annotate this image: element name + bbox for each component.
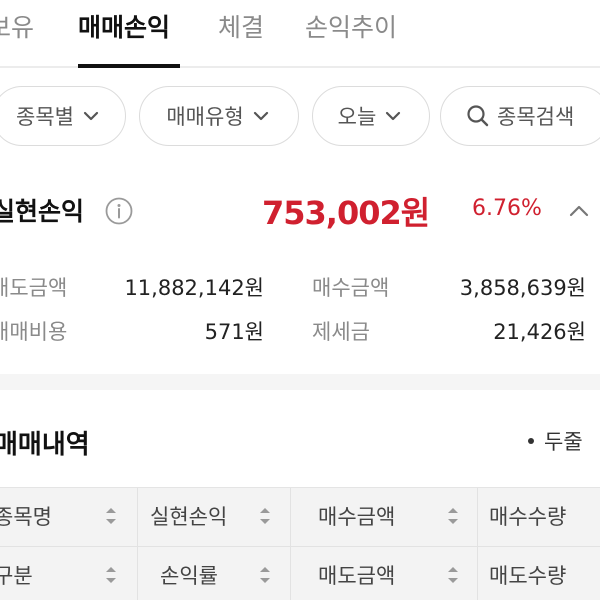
stock-search-button[interactable]: 종목검색 — [440, 86, 600, 146]
column-header-sell-quantity[interactable]: 매도수량 — [489, 547, 566, 600]
trade-cost-value: 571원 — [204, 320, 264, 344]
buy-amount-value: 3,858,639원 — [459, 276, 586, 300]
sort-icon[interactable] — [104, 505, 118, 527]
column-header-sell-amount[interactable]: 매도금액 — [318, 547, 395, 600]
column-header-pnl-rate[interactable]: 손익률 — [160, 547, 218, 600]
sort-icon[interactable] — [446, 564, 460, 586]
search-icon — [465, 103, 491, 129]
active-tab-indicator — [78, 64, 180, 68]
tab-trade-pnl[interactable]: 매매손익 — [78, 12, 170, 44]
column-divider — [137, 488, 138, 600]
sell-amount-value: 11,882,142원 — [124, 276, 264, 300]
section-divider — [0, 374, 600, 390]
sort-icon[interactable] — [104, 564, 118, 586]
tab-bar: 보유 매매손익 체결 손익추이 — [0, 0, 600, 68]
chevron-down-icon — [80, 105, 102, 127]
trade-table-header: 종목명 실현손익 매수금액 매수수량 구분 손익률 매도금액 매도수량 — [0, 487, 600, 600]
column-divider — [290, 488, 291, 600]
tab-executions[interactable]: 체결 — [218, 12, 264, 44]
sort-icon[interactable] — [258, 564, 272, 586]
stock-search-label: 종목검색 — [497, 105, 575, 129]
tab-holdings[interactable]: 보유 — [0, 12, 34, 44]
two-line-toggle-label: 두줄 — [544, 430, 583, 454]
trade-type-filter[interactable]: 매매유형 — [139, 86, 299, 146]
realized-pnl-title: 실현손익 — [0, 197, 85, 226]
sort-icon[interactable] — [446, 505, 460, 527]
by-stock-filter[interactable]: 종목별 — [0, 86, 126, 146]
buy-amount-label: 매수금액 — [312, 276, 390, 300]
sell-amount-label: 매도금액 — [0, 276, 68, 300]
tax-label: 제세금 — [312, 320, 370, 344]
dot-icon — [528, 438, 534, 444]
column-header-type[interactable]: 구분 — [0, 547, 33, 600]
realized-pnl-rate: 6.76% — [472, 196, 542, 221]
column-header-buy-amount[interactable]: 매수금액 — [318, 488, 395, 544]
tax-value: 21,426원 — [493, 320, 586, 344]
trade-type-filter-label: 매매유형 — [166, 105, 244, 129]
chevron-down-icon — [250, 105, 272, 127]
column-header-stock-name[interactable]: 종목명 — [0, 488, 52, 544]
sort-icon[interactable] — [258, 505, 272, 527]
column-header-buy-quantity[interactable]: 매수수량 — [489, 488, 566, 544]
trade-history-title: 매매내역 — [0, 430, 90, 460]
info-icon[interactable] — [104, 196, 134, 226]
trade-cost-label: 매매비용 — [0, 320, 68, 344]
realized-pnl-amount: 753,002원 — [262, 194, 430, 232]
period-filter-label: 오늘 — [337, 105, 377, 129]
column-divider — [477, 488, 478, 600]
chevron-up-icon[interactable] — [566, 198, 592, 224]
chevron-down-icon — [382, 105, 404, 127]
column-header-realized-pnl[interactable]: 실현손익 — [150, 488, 227, 544]
period-filter[interactable]: 오늘 — [312, 86, 430, 146]
tab-pnl-trend[interactable]: 손익추이 — [305, 12, 397, 44]
by-stock-filter-label: 종목별 — [16, 105, 74, 129]
two-line-toggle[interactable]: 두줄 — [528, 426, 583, 456]
